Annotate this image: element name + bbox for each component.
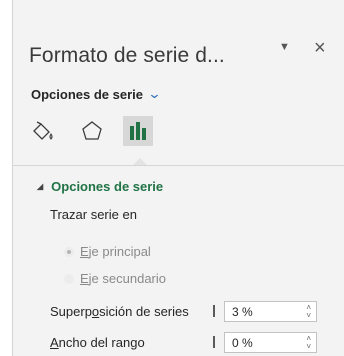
- tab-fill-line[interactable]: [29, 116, 59, 146]
- overlap-value: 3 %: [232, 305, 253, 319]
- gap-width-value: 0 %: [232, 336, 253, 350]
- tab-effects[interactable]: [77, 116, 107, 146]
- radio-primary-label: Eje principal: [80, 244, 151, 259]
- radio-secondary-label: Eje secundario: [80, 271, 166, 286]
- overlap-slider-handle[interactable]: [213, 305, 215, 317]
- collapse-triangle-icon: ◢: [37, 182, 44, 191]
- effects-pentagon-icon: [82, 121, 102, 140]
- gap-width-spinner[interactable]: 0 % ˄ ˅: [224, 332, 317, 353]
- spin-down-icon[interactable]: ˅: [306, 343, 311, 351]
- plot-series-on-label: Trazar serie en: [50, 207, 137, 222]
- tab-series-options[interactable]: [123, 116, 153, 146]
- gap-width-slider-handle[interactable]: [213, 336, 215, 348]
- chevron-down-icon: ⌄: [147, 86, 162, 101]
- overlap-label: Superposición de series: [50, 304, 189, 319]
- spin-down-icon[interactable]: ˅: [306, 312, 311, 320]
- series-options-bar-chart-icon: [130, 122, 146, 140]
- pane-title: Formato de serie d...: [29, 44, 225, 67]
- radio-dot-selected-icon: [64, 246, 74, 257]
- title-dropdown-icon[interactable]: ▼: [279, 41, 290, 53]
- section-label: Opciones de serie: [51, 179, 164, 194]
- close-icon[interactable]: ×: [314, 38, 326, 58]
- overlap-spinner[interactable]: 3 % ˄ ˅: [224, 301, 317, 322]
- options-menu-label: Opciones de serie: [31, 86, 143, 102]
- section-series-options[interactable]: ◢ Opciones de serie: [37, 179, 163, 194]
- selected-tab-indicator: [133, 158, 147, 165]
- radio-secondary-axis[interactable]: Eje secundario: [64, 271, 166, 286]
- radio-dot-icon: [64, 273, 74, 284]
- radio-primary-axis[interactable]: Eje principal: [64, 244, 151, 259]
- options-menu[interactable]: Opciones de serie ⌄: [31, 86, 162, 102]
- gap-width-label: Ancho del rango: [50, 335, 145, 350]
- divider: [12, 165, 344, 166]
- fill-line-icon: [33, 121, 53, 140]
